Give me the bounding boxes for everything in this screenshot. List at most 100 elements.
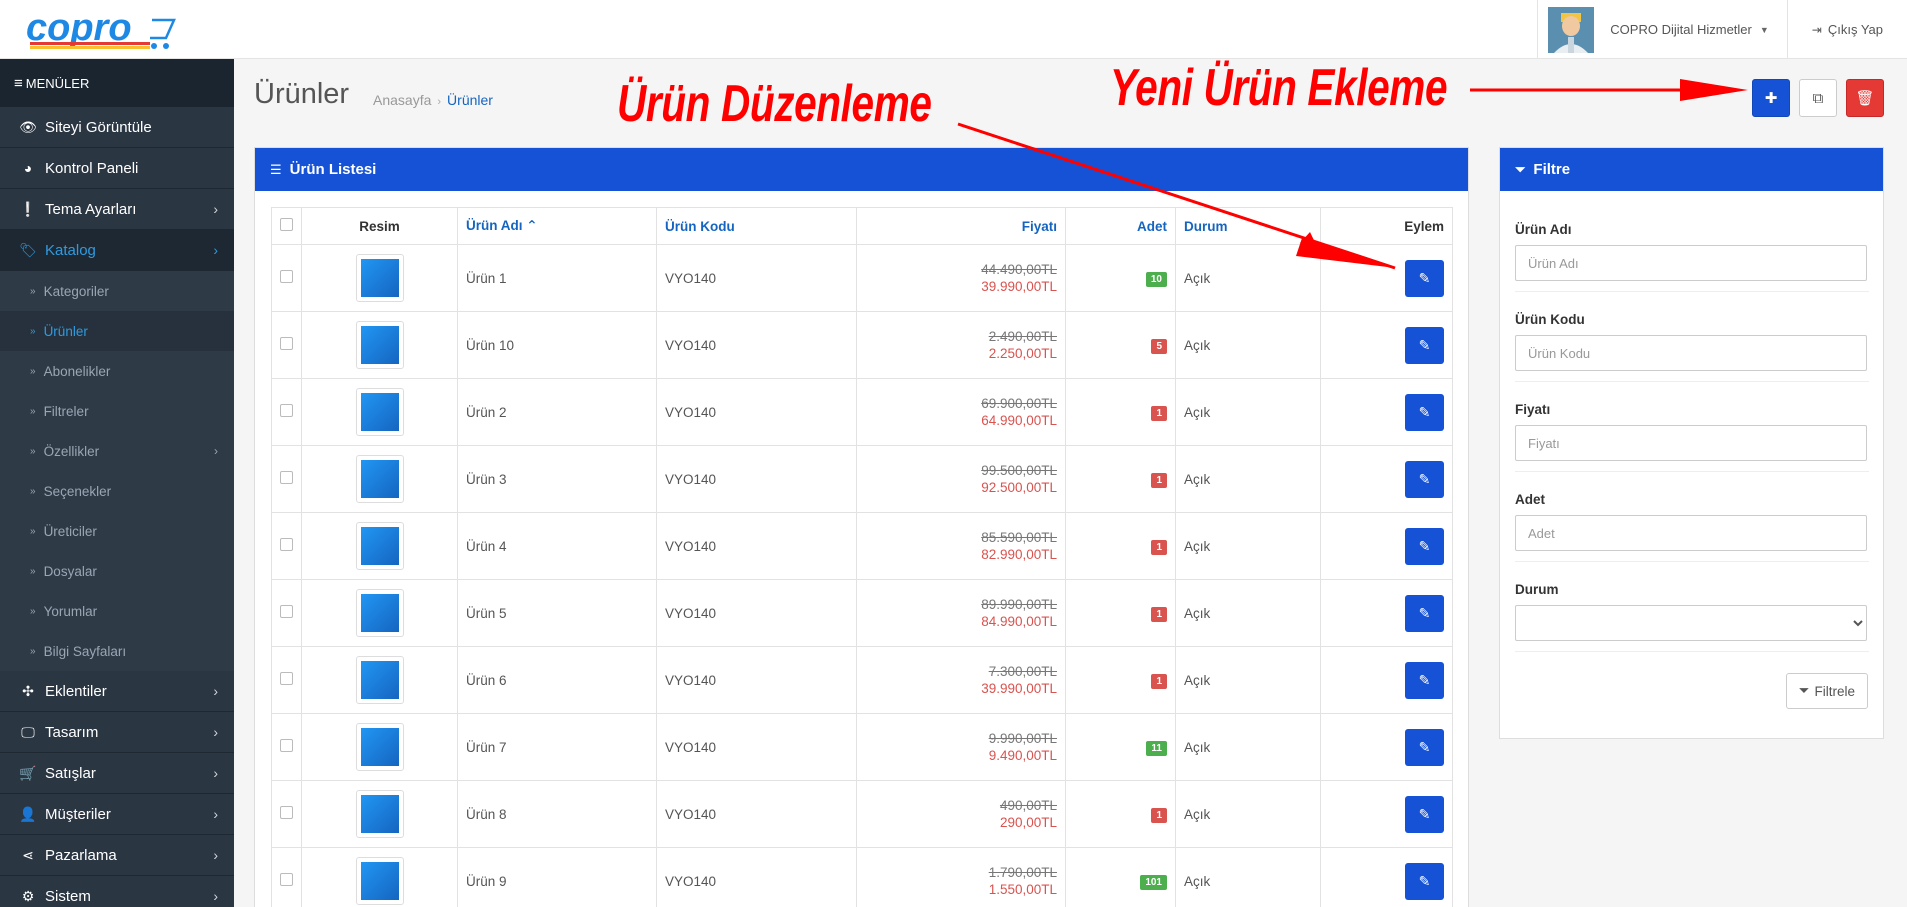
- chevron-right-icon: ›: [213, 242, 218, 258]
- edit-product-button[interactable]: ✎: [1405, 393, 1444, 431]
- column-price[interactable]: Fiyatı: [856, 207, 1066, 245]
- sidebar-subitem-filters[interactable]: » Filtreler: [0, 391, 234, 431]
- edit-product-button[interactable]: ✎: [1405, 661, 1444, 699]
- product-thumbnail[interactable]: [355, 321, 404, 369]
- table-row: Ürün 8 VYO140 490,00TL 290,00TL 1 Açık ✎: [271, 780, 1453, 848]
- column-quantity[interactable]: Adet: [1065, 207, 1176, 245]
- sidebar-item-extensions[interactable]: ✣ Eklentiler ›: [0, 671, 234, 712]
- product-name: Ürün 6: [457, 646, 657, 714]
- column-code[interactable]: Ürün Kodu: [656, 207, 857, 245]
- copro-logo[interactable]: copro: [24, 8, 224, 52]
- chevron-right-icon: ›: [213, 683, 218, 699]
- product-list-header: ☰ Ürün Listesi: [255, 148, 1468, 191]
- product-code: VYO140: [656, 579, 857, 647]
- edit-product-button[interactable]: ✎: [1405, 527, 1444, 565]
- row-checkbox[interactable]: [280, 270, 293, 283]
- sidebar-subitem-categories[interactable]: » Kategoriler: [0, 271, 234, 311]
- filter-quantity-input[interactable]: [1515, 515, 1867, 551]
- sidebar-item-catalog[interactable]: 🏷 Katalog ›: [0, 230, 234, 271]
- row-checkbox[interactable]: [280, 337, 293, 350]
- filter-status-select[interactable]: [1515, 605, 1867, 641]
- edit-product-button[interactable]: ✎: [1405, 594, 1444, 632]
- row-checkbox[interactable]: [280, 672, 293, 685]
- edit-product-button[interactable]: ✎: [1405, 795, 1444, 833]
- row-checkbox[interactable]: [280, 538, 293, 551]
- filter-group-quantity: Adet: [1515, 492, 1869, 562]
- row-checkbox[interactable]: [280, 806, 293, 819]
- product-quantity-cell: 1: [1065, 445, 1176, 513]
- double-chevron-icon: »: [30, 565, 36, 577]
- puzzle-icon: ✣: [22, 682, 34, 699]
- sidebar-item-system[interactable]: ⚙ Sistem ›: [0, 876, 234, 907]
- product-image-cell: [301, 244, 458, 312]
- filter-price-input[interactable]: [1515, 425, 1867, 461]
- row-checkbox[interactable]: [280, 739, 293, 752]
- sidebar-item-marketing[interactable]: ⋖ Pazarlama ›: [0, 835, 234, 876]
- sidebar-subitem-information[interactable]: » Bilgi Sayfaları: [0, 631, 234, 671]
- breadcrumb-home[interactable]: Anasayfa: [373, 92, 431, 108]
- column-name[interactable]: Ürün Adı ⌃: [457, 207, 657, 245]
- quantity-badge: 1: [1151, 606, 1167, 622]
- row-checkbox[interactable]: [280, 471, 293, 484]
- sidebar-subitem-subscriptions[interactable]: » Abonelikler: [0, 351, 234, 391]
- row-checkbox[interactable]: [280, 404, 293, 417]
- table-header-row: Resim Ürün Adı ⌃ Ürün Kodu Fiyatı Adet D…: [271, 207, 1453, 245]
- sidebar-item-dashboard[interactable]: ◕ Kontrol Paneli: [0, 148, 234, 189]
- sidebar-item-sales[interactable]: 🛒 Satışlar ›: [0, 753, 234, 794]
- filter-header: ⏷ Filtre: [1500, 148, 1883, 191]
- sidebar-menu-toggle[interactable]: ≡ MENÜLER: [0, 59, 234, 107]
- product-old-price: 69.900,00TL: [981, 396, 1057, 411]
- caret-down-icon[interactable]: ▼: [1760, 25, 1769, 35]
- sidebar-item-theme-settings[interactable]: ❕ Tema Ayarları ›: [0, 189, 234, 230]
- edit-product-button[interactable]: ✎: [1405, 728, 1444, 766]
- sidebar-subitem-products[interactable]: » Ürünler: [0, 311, 234, 351]
- product-thumbnail[interactable]: [355, 388, 404, 436]
- product-code: VYO140: [656, 244, 857, 312]
- user-menu[interactable]: COPRO Dijital Hizmetler ▼: [1537, 0, 1787, 59]
- add-product-button[interactable]: ✚: [1752, 79, 1790, 117]
- sidebar-item-label: Müşteriler: [45, 805, 111, 823]
- product-name: Ürün 9: [457, 847, 657, 907]
- product-thumbnail[interactable]: [355, 254, 404, 302]
- product-thumbnail[interactable]: [355, 857, 404, 905]
- sidebar-subitem-downloads[interactable]: » Dosyalar: [0, 551, 234, 591]
- sidebar-subitem-manufacturers[interactable]: » Üreticiler: [0, 511, 234, 551]
- product-code: VYO140: [656, 847, 857, 907]
- sidebar-item-customers[interactable]: 👤 Müşteriler ›: [0, 794, 234, 835]
- copy-product-button[interactable]: ⧉: [1799, 79, 1837, 117]
- product-thumbnail[interactable]: [355, 522, 404, 570]
- product-old-price: 2.490,00TL: [988, 329, 1057, 344]
- product-code: VYO140: [656, 780, 857, 848]
- sidebar-item-design[interactable]: 🖵 Tasarım ›: [0, 712, 234, 753]
- breadcrumb-current[interactable]: Ürünler: [447, 92, 493, 108]
- edit-product-button[interactable]: ✎: [1405, 460, 1444, 498]
- logout-button[interactable]: ⇥ Çıkış Yap: [1786, 0, 1907, 59]
- product-thumbnail[interactable]: [355, 589, 404, 637]
- sidebar-subitem-reviews[interactable]: » Yorumlar: [0, 591, 234, 631]
- filter-name-input[interactable]: [1515, 245, 1867, 281]
- select-all-checkbox[interactable]: [280, 218, 293, 231]
- product-thumbnail[interactable]: [355, 455, 404, 503]
- user-name[interactable]: COPRO Dijital Hizmetler: [1610, 22, 1752, 37]
- edit-product-button[interactable]: ✎: [1405, 862, 1444, 900]
- sidebar-item-view-site[interactable]: 👁 Siteyi Görüntüle: [0, 107, 234, 148]
- sidebar-subitem-attributes[interactable]: » Özellikler ›: [0, 431, 234, 471]
- subitem-label: Dosyalar: [43, 563, 97, 579]
- product-thumbnail[interactable]: [355, 790, 404, 838]
- row-checkbox[interactable]: [280, 873, 293, 886]
- delete-product-button[interactable]: 🗑: [1846, 79, 1884, 117]
- column-status[interactable]: Durum: [1175, 207, 1321, 245]
- pencil-icon: ✎: [1418, 336, 1431, 353]
- sidebar-subitem-options[interactable]: » Seçenekler: [0, 471, 234, 511]
- product-name: Ürün 3: [457, 445, 657, 513]
- filter-status-label: Durum: [1515, 582, 1559, 597]
- product-action-cell: ✎: [1320, 512, 1453, 580]
- product-thumbnail[interactable]: [355, 656, 404, 704]
- filter-button[interactable]: ⏷ Filtrele: [1785, 673, 1868, 709]
- filter-code-input[interactable]: [1515, 335, 1867, 371]
- row-checkbox[interactable]: [280, 605, 293, 618]
- subitem-label: Abonelikler: [43, 363, 111, 379]
- edit-product-button[interactable]: ✎: [1405, 326, 1444, 364]
- edit-product-button[interactable]: ✎: [1405, 259, 1444, 297]
- product-thumbnail[interactable]: [355, 723, 404, 771]
